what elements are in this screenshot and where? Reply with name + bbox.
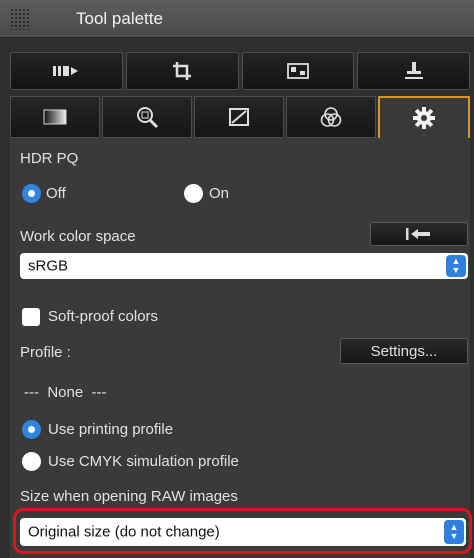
use-cmyk-profile-radio[interactable]	[22, 452, 41, 471]
tool-buttons-row	[10, 52, 470, 90]
brush-tool-icon	[53, 64, 79, 78]
crop-tool-button[interactable]	[125, 52, 239, 90]
use-printing-profile-label: Use printing profile	[48, 421, 174, 438]
tab-tone[interactable]	[10, 96, 100, 138]
tab-settings[interactable]	[378, 96, 470, 138]
profile-label: Profile :	[20, 344, 71, 361]
select-arrows-icon: ▲ ▼	[446, 255, 466, 277]
stamp-tool-icon	[404, 61, 424, 81]
tone-tab-icon	[43, 109, 67, 125]
palette-tabs	[10, 96, 470, 138]
palette-titlebar[interactable]: Tool palette	[0, 0, 474, 38]
reset-button[interactable]	[370, 222, 468, 246]
highlight-annotation	[13, 508, 472, 554]
detail-tab-icon	[135, 105, 159, 129]
hdr-pq-heading: HDR PQ	[20, 150, 79, 167]
image-adjust-icon	[286, 63, 309, 79]
stamp-tool-button[interactable]	[357, 52, 470, 90]
soft-proof-label: Soft-proof colors	[48, 308, 159, 325]
hdr-on-radio[interactable]	[184, 184, 203, 203]
hdr-off-label: Off	[46, 185, 66, 202]
profile-value: --- None ---	[24, 384, 107, 401]
work-color-space-label: Work color space	[20, 228, 136, 245]
work-color-space-select[interactable]: sRGB ▲ ▼	[20, 253, 468, 279]
lens-tab-icon	[229, 108, 249, 126]
settings-button[interactable]: Settings...	[340, 338, 468, 364]
settings-tab-icon	[413, 107, 435, 129]
use-cmyk-profile-label: Use CMYK simulation profile	[48, 453, 239, 470]
palette-title: Tool palette	[76, 9, 163, 28]
tab-color[interactable]	[286, 96, 376, 138]
raw-size-label: Size when opening RAW images	[20, 488, 238, 505]
soft-proof-checkbox[interactable]	[22, 308, 40, 326]
tab-detail[interactable]	[102, 96, 192, 138]
use-printing-profile-radio[interactable]	[22, 420, 41, 439]
grip-icon[interactable]	[10, 8, 30, 30]
hdr-on-label: On	[209, 185, 230, 202]
work-color-space-value: sRGB	[28, 257, 69, 275]
image-adjust-button[interactable]	[241, 52, 355, 90]
hdr-off-radio[interactable]	[22, 184, 41, 203]
crop-tool-icon	[172, 61, 192, 81]
reset-arrow-icon	[406, 228, 432, 240]
color-tab-icon	[320, 106, 342, 128]
tab-lens[interactable]	[194, 96, 284, 138]
brush-tool-button[interactable]	[10, 52, 123, 90]
